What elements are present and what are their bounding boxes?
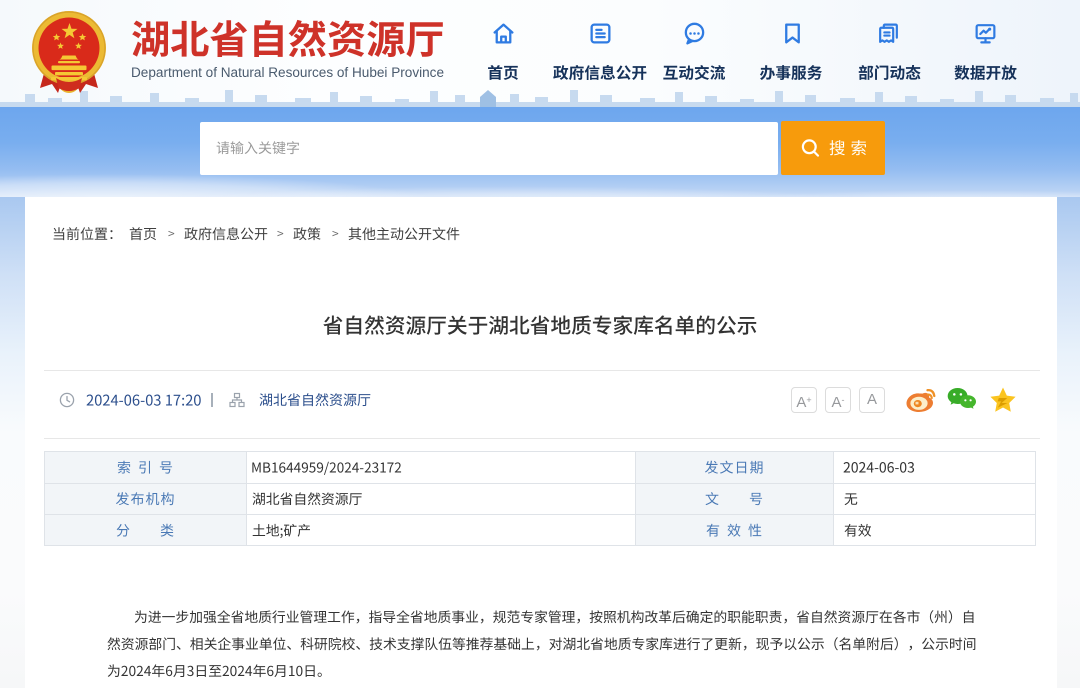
svg-text:Department of Natural Resource: Department of Natural Resources of Hubei…	[131, 65, 444, 81]
